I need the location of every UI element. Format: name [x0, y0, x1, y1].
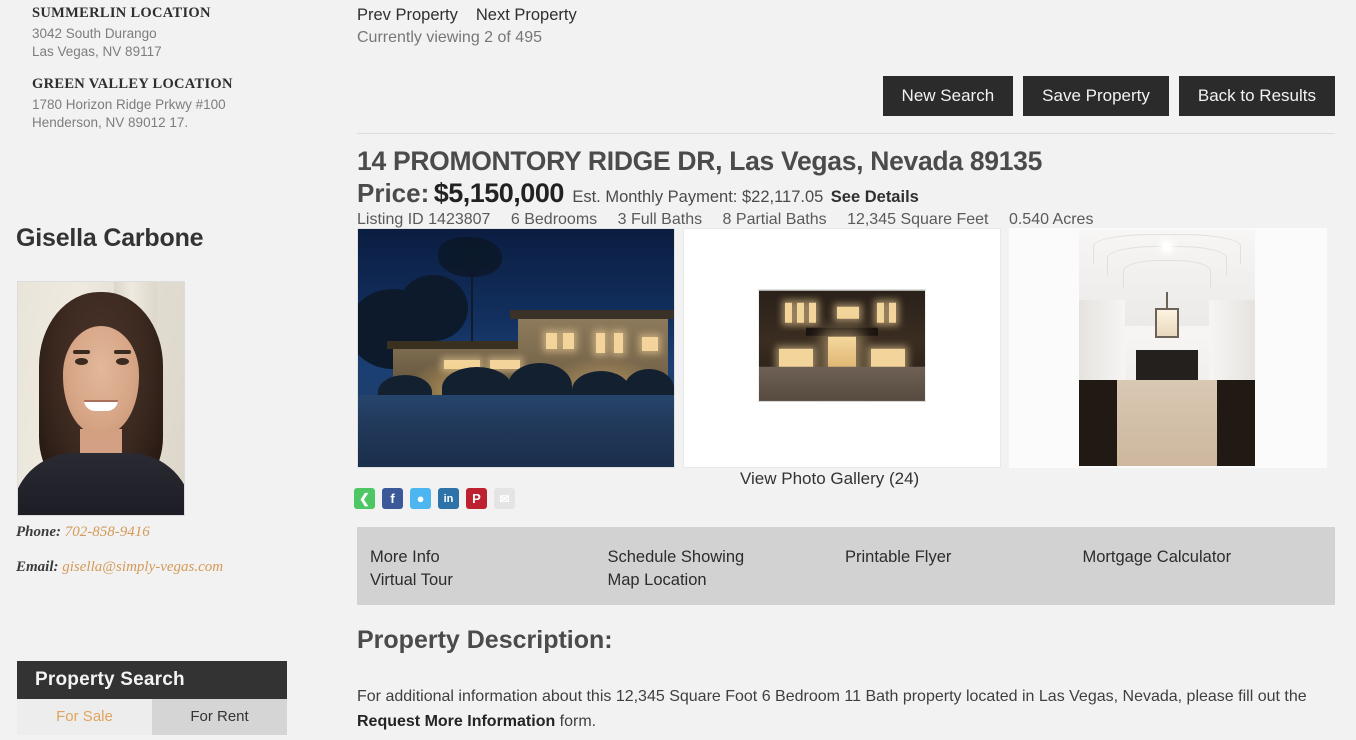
- office-address-line-2: Henderson, NV 89012 17.: [32, 115, 189, 130]
- actions-column-1: More Info Virtual Tour: [370, 546, 608, 592]
- office-block-summerlin: SUMMERLIN LOCATION 3042 South Durango La…: [32, 5, 211, 61]
- pinterest-icon[interactable]: P: [466, 488, 487, 509]
- see-details-link[interactable]: See Details: [831, 188, 919, 206]
- view-photo-gallery-link[interactable]: View Photo Gallery (24): [740, 469, 919, 489]
- office-address-line-1: 3042 South Durango: [32, 26, 157, 41]
- photo-thumbnail-hallway[interactable]: [1009, 228, 1327, 468]
- actions-column-3: Printable Flyer: [845, 546, 1083, 592]
- next-property-link[interactable]: Next Property: [476, 6, 577, 25]
- office-address-line-1: 1780 Horizon Ridge Prkwy #100: [32, 97, 226, 112]
- agent-phone[interactable]: Phone: 702-858-9416: [16, 524, 150, 541]
- sidebar: SUMMERLIN LOCATION 3042 South Durango La…: [0, 0, 340, 740]
- twitter-icon[interactable]: ●: [410, 488, 431, 509]
- schedule-showing-link[interactable]: Schedule Showing: [608, 546, 846, 569]
- fact-acres: 0.540 Acres: [1008, 211, 1094, 228]
- actions-column-4: Mortgage Calculator: [1083, 546, 1321, 592]
- property-actions-bar: More Info Virtual Tour Schedule Showing …: [357, 527, 1335, 605]
- request-more-information-link[interactable]: Request More Information: [357, 713, 555, 730]
- photo-thumbnails: [357, 228, 1327, 468]
- description-text-before: For additional information about this 12…: [357, 688, 1307, 705]
- tab-for-sale[interactable]: For Sale: [17, 699, 152, 735]
- property-search-header: Property Search: [17, 661, 287, 699]
- office-title: SUMMERLIN LOCATION: [32, 5, 211, 21]
- office-title: GREEN VALLEY LOCATION: [32, 76, 233, 92]
- back-to-results-button[interactable]: Back to Results: [1178, 76, 1335, 116]
- fact-full-baths: 3 Full Baths: [617, 211, 703, 228]
- fact-partial-baths: 8 Partial Baths: [722, 211, 827, 228]
- facebook-icon[interactable]: f: [382, 488, 403, 509]
- photo-thumbnail-exterior[interactable]: [357, 228, 675, 468]
- price-row: Price: $5,150,000 Est. Monthly Payment: …: [357, 178, 919, 209]
- prev-property-link[interactable]: Prev Property: [357, 6, 458, 25]
- share-icon[interactable]: ❮: [354, 488, 375, 509]
- fact-listing-id: Listing ID 1423807: [357, 211, 491, 228]
- price-value: $5,150,000: [433, 178, 565, 208]
- action-button-row: New Search Save Property Back to Results: [882, 76, 1335, 116]
- property-description-text: For additional information about this 12…: [357, 684, 1317, 734]
- email-icon[interactable]: ✉: [494, 488, 515, 509]
- save-property-button[interactable]: Save Property: [1023, 76, 1169, 116]
- description-text-after: form.: [555, 713, 597, 730]
- linkedin-icon[interactable]: in: [438, 488, 459, 509]
- tab-for-rent[interactable]: For Rent: [152, 699, 287, 735]
- fact-bedrooms: 6 Bedrooms: [510, 211, 598, 228]
- agent-name: Gisella Carbone: [16, 224, 204, 252]
- more-info-link[interactable]: More Info: [370, 546, 608, 569]
- header-divider: [357, 133, 1335, 134]
- agent-phone-label: Phone:: [16, 524, 61, 540]
- mortgage-calculator-link[interactable]: Mortgage Calculator: [1083, 546, 1321, 569]
- virtual-tour-link[interactable]: Virtual Tour: [370, 569, 608, 592]
- property-description-title: Property Description:: [357, 626, 613, 654]
- estimated-monthly-payment: Est. Monthly Payment: $22,117.05: [572, 188, 824, 206]
- fact-square-feet: 12,345 Square Feet: [847, 211, 989, 228]
- agent-email[interactable]: Email: gisella@simply-vegas.com: [16, 559, 223, 576]
- office-address-line-2: Las Vegas, NV 89117: [32, 44, 162, 59]
- actions-column-2: Schedule Showing Map Location: [608, 546, 846, 592]
- photo-thumbnail-entry[interactable]: [683, 228, 1001, 468]
- printable-flyer-link[interactable]: Printable Flyer: [845, 546, 1083, 569]
- property-pager: Prev Property Next Property: [357, 6, 595, 25]
- property-facts: Listing ID 1423807 6 Bedrooms 3 Full Bat…: [357, 211, 1109, 229]
- agent-email-value[interactable]: gisella@simply-vegas.com: [62, 559, 223, 575]
- agent-photo: [17, 281, 185, 516]
- property-search-tabs: For Sale For Rent: [17, 699, 287, 735]
- main-content: Prev Property Next Property Currently vie…: [340, 0, 1356, 740]
- property-address: 14 PROMONTORY RIDGE DR, Las Vegas, Nevad…: [357, 146, 1043, 176]
- office-block-green-valley: GREEN VALLEY LOCATION 1780 Horizon Ridge…: [32, 76, 233, 132]
- price-label: Price:: [357, 178, 430, 208]
- new-search-button[interactable]: New Search: [882, 76, 1014, 116]
- property-search-widget: Property Search For Sale For Rent: [17, 661, 287, 735]
- agent-phone-value[interactable]: 702-858-9416: [65, 524, 150, 540]
- social-share-row: ❮ f ● in P ✉: [354, 488, 515, 509]
- property-detail-page: SUMMERLIN LOCATION 3042 South Durango La…: [0, 0, 1356, 740]
- currently-viewing-text: Currently viewing 2 of 495: [357, 29, 542, 46]
- map-location-link[interactable]: Map Location: [608, 569, 846, 592]
- agent-email-label: Email:: [16, 559, 59, 575]
